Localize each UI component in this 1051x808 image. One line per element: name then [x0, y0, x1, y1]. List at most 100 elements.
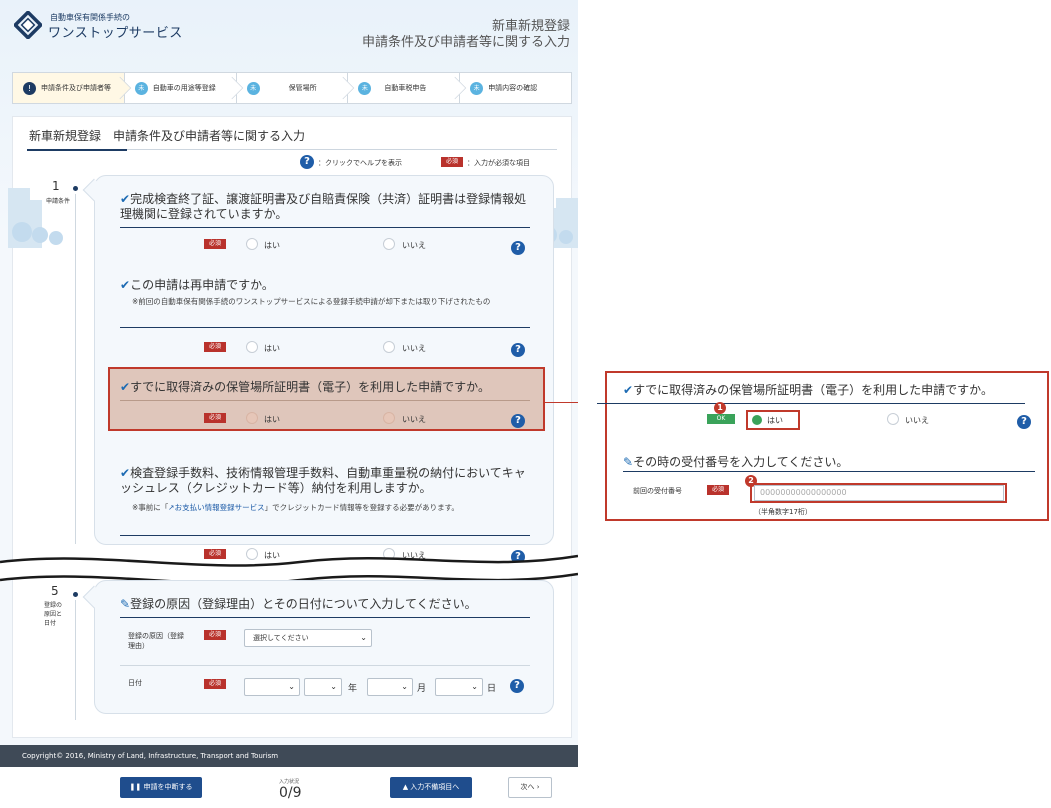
reason-select-value: 選択してください [253, 634, 309, 642]
section-number: 1 [52, 179, 60, 193]
radio-yes-selected[interactable] [752, 415, 762, 425]
required-badge: 必須 [204, 413, 226, 423]
check-icon: ✔ [120, 466, 131, 480]
step-label: 保管場所 [288, 83, 317, 92]
edit-icon: ✎ [623, 455, 634, 469]
radio-no[interactable] [383, 341, 395, 353]
required-badge: 必須 [707, 485, 729, 495]
radio-no[interactable] [383, 238, 395, 250]
question-text: 検査登録手数料、技術情報管理手数料、自動車重量税の納付においてキャッシュレス（ク… [120, 466, 526, 495]
payment-service-link-text: お支払い情報登録サービス [174, 503, 265, 512]
radio-no[interactable] [383, 412, 395, 424]
step-5[interactable]: 未 申請内容の確認 [459, 72, 572, 104]
payment-service-link[interactable]: ↗お支払い情報登録サービス [168, 503, 264, 512]
pause-icon: ❚❚ [129, 783, 144, 791]
note-suffix: 」でクレジットカード情報等を登録する必要があります。 [264, 503, 459, 512]
check-icon: ✔ [120, 380, 131, 394]
bottom-action-bar: ❚❚ 申請を中断する 入力状況 0/9 ▲ 入力不備項目へ 次へ › [0, 767, 578, 808]
question-text: その時の受付番号を入力してください。 [633, 455, 849, 469]
question-underline [120, 617, 530, 618]
title-underline [27, 149, 127, 151]
month-select[interactable]: ⌄ [367, 678, 413, 696]
logo-title: ワンストップサービス [48, 26, 183, 41]
day-unit: 日 [487, 684, 497, 694]
question-underline [120, 327, 530, 328]
callout-connector [545, 402, 578, 403]
next-button[interactable]: 次へ › [508, 777, 552, 798]
year-select[interactable]: ⌄ [304, 678, 342, 696]
progress-label: 入力状況 [279, 779, 300, 785]
help-icon[interactable]: ? [511, 343, 525, 357]
question-underline [597, 403, 1025, 404]
month-unit: 月 [417, 684, 427, 694]
question-heading: ✎登録の原因（登録理由）とその日付について入力してください。 [120, 597, 530, 612]
question-underline [120, 400, 530, 401]
screen: { "header": { "logo_small": "自動車保有関係手続の"… [0, 0, 1051, 808]
panel-title: 新車新規登録 申請条件及び申請者等に関する入力 [29, 129, 306, 143]
question-text: すでに取得済みの保管場所証明書（電子）を利用した申請ですか。 [633, 383, 993, 397]
step-label: 自動車の用途等登録 [152, 83, 216, 92]
page-subtitle: 申請条件及び申請者等に関する入力 [361, 35, 570, 50]
question-underline [120, 227, 530, 228]
radio-yes[interactable] [246, 341, 258, 353]
jump-button-label: 入力不備項目へ [410, 783, 460, 791]
receipt-number-label: 前回の受付番号 [633, 487, 682, 495]
chevron-down-icon: ⌄ [330, 682, 337, 691]
radio-yes-label: はい [264, 415, 280, 424]
year-unit: 年 [348, 684, 358, 694]
radio-no-label: いいえ [402, 241, 426, 250]
incomplete-icon: 未 [134, 81, 148, 95]
step-label: 申請条件及び申請者等 [41, 83, 111, 92]
section-marker [73, 186, 78, 191]
question-heading: ✔検査登録手数料、技術情報管理手数料、自動車重量税の納付においてキャッシュレス（… [120, 466, 530, 496]
radio-no-label: いいえ [402, 415, 426, 424]
check-icon: ✔ [120, 192, 131, 206]
progress-value: 0/9 [279, 785, 302, 801]
help-legend-icon: ? [300, 155, 314, 169]
note-prefix: ※事前に「 [132, 503, 169, 512]
era-select[interactable]: ⌄ [244, 678, 300, 696]
help-icon[interactable]: ? [511, 241, 525, 255]
exclamation-icon: ! [23, 81, 36, 95]
receipt-number-hint: （半角数字17桁） [754, 508, 812, 516]
question-heading: ✎その時の受付番号を入力してください。 [623, 453, 848, 470]
required-legend-text: ：入力が必須な項目 [467, 159, 530, 167]
help-icon[interactable]: ? [511, 414, 525, 428]
radio-yes[interactable] [246, 238, 258, 250]
date-label: 日付 [128, 679, 142, 687]
radio-yes-label: はい [264, 344, 280, 353]
highlight-box [108, 367, 545, 431]
day-select[interactable]: ⌄ [435, 678, 483, 696]
reason-label: 登録の原因（登録理由） [128, 632, 184, 650]
required-badge: 必須 [204, 342, 226, 352]
question-heading: ✔この申請は再申請ですか。 [120, 278, 530, 293]
question-underline [120, 535, 530, 536]
question-note: ※前回の自動車保有関係手続のワンストップサービスによる登録手続申請が却下または取… [132, 297, 491, 306]
help-icon[interactable]: ? [510, 679, 524, 693]
help-icon[interactable]: ? [1017, 415, 1031, 429]
step-4[interactable]: 未 自動車税申告 [347, 72, 467, 104]
chevron-down-icon: ⌄ [360, 633, 367, 642]
suspend-button-label: 申請を中断する [143, 783, 193, 791]
jump-to-invalid-button[interactable]: ▲ 入力不備項目へ [390, 777, 472, 798]
help-legend-text: ：クリックでヘルプを表示 [318, 159, 402, 167]
footer: Copyright© 2016, Ministry of Land, Infra… [0, 745, 578, 767]
question-text: すでに取得済みの保管場所証明書（電子）を利用した申請ですか。 [130, 380, 490, 394]
step-1[interactable]: ! 申請条件及び申請者等 [12, 72, 131, 104]
question-text: この申請は再申請ですか。 [130, 278, 274, 292]
reason-select[interactable]: 選択してください ⌄ [244, 629, 372, 647]
suspend-button[interactable]: ❚❚ 申請を中断する [120, 777, 202, 798]
chevron-down-icon: ⌄ [288, 682, 295, 691]
zoom-callout: ✔すでに取得済みの保管場所証明書（電子）を利用した申請ですか。 OK 1 はい … [597, 371, 1049, 521]
incomplete-icon: 未 [358, 81, 372, 95]
radio-yes[interactable] [246, 412, 258, 424]
radio-no[interactable] [887, 413, 899, 425]
step-3[interactable]: 未 保管場所 [235, 72, 355, 104]
question-text: 完成検査終了証、譲渡証明書及び自賠責保険（共済）証明書は登録情報処理機関に登録さ… [120, 192, 527, 221]
header: 自動車保有関係手続の ワンストップサービス 新車新規登録 申請条件及び申請者等に… [0, 0, 578, 60]
step-2[interactable]: 未 自動車の用途等登録 [123, 72, 243, 104]
receipt-number-input[interactable]: 00000000000000000 [754, 485, 1004, 501]
row-divider [120, 665, 530, 666]
radio-no-label: いいえ [402, 344, 426, 353]
chevron-down-icon: ⌄ [471, 682, 478, 691]
